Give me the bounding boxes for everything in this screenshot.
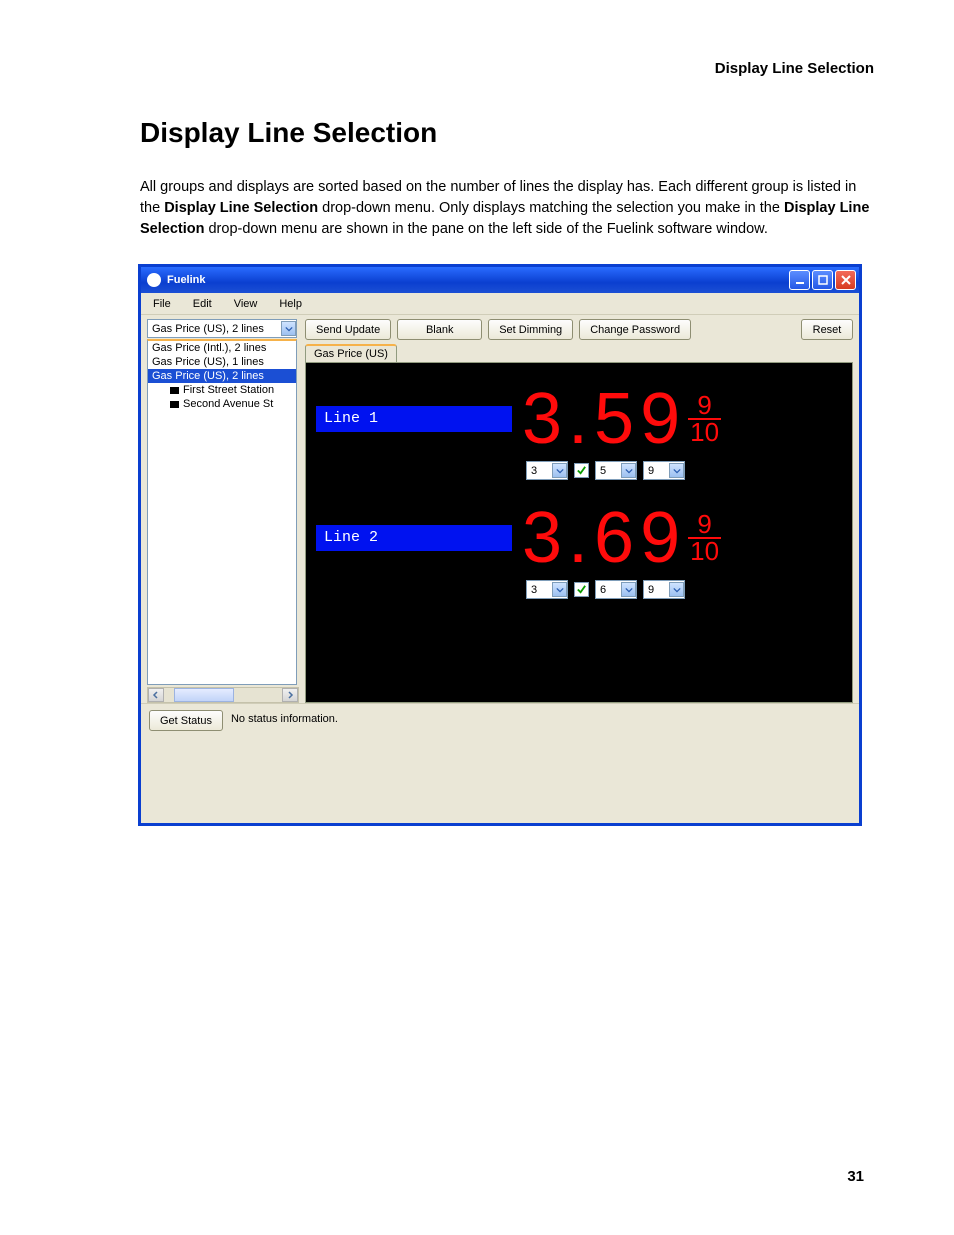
price-main: 3.59	[522, 383, 686, 455]
tree-child-item[interactable]: Second Avenue St	[148, 397, 296, 411]
fraction-denominator: 10	[688, 539, 721, 564]
select-value: 3	[531, 584, 537, 596]
tree-child-label: First Street Station	[183, 384, 274, 396]
left-pane: Gas Price (US), 2 lines Gas Price (Intl.…	[141, 315, 301, 703]
line-1-label[interactable]: Line 1	[316, 406, 512, 432]
price-fraction: 9 10	[688, 512, 721, 563]
running-header: Display Line Selection	[80, 60, 874, 77]
chevron-down-icon[interactable]	[669, 463, 684, 478]
titlebar[interactable]: Fuelink	[141, 267, 859, 293]
select-value: 5	[600, 465, 606, 477]
digit-1-select[interactable]: 3	[526, 461, 568, 480]
chevron-down-icon[interactable]	[281, 321, 296, 336]
select-value: 3	[531, 465, 537, 477]
chevron-down-icon[interactable]	[669, 582, 684, 597]
display-icon	[170, 387, 179, 394]
select-value: 9	[648, 584, 654, 596]
menu-file[interactable]: File	[153, 298, 171, 310]
blank-button[interactable]: Blank	[397, 319, 482, 340]
menubar: File Edit View Help	[141, 293, 859, 315]
chevron-down-icon[interactable]	[621, 582, 636, 597]
maximize-button[interactable]	[812, 270, 833, 290]
display-line-selection-dropdown[interactable]: Gas Price (US), 2 lines	[147, 319, 297, 338]
chevron-down-icon[interactable]	[621, 463, 636, 478]
price-line-2: Line 2 3.69 9 10 3	[316, 502, 842, 599]
para-text: drop-down menu are shown in the pane on …	[204, 221, 767, 237]
page-number: 31	[847, 1168, 864, 1185]
tree-item[interactable]: Gas Price (US), 1 lines	[148, 355, 296, 369]
select-value: 9	[648, 465, 654, 477]
price-line-1: Line 1 3.59 9 10 3	[316, 383, 842, 480]
menu-edit[interactable]: Edit	[193, 298, 212, 310]
minimize-button[interactable]	[789, 270, 810, 290]
digit-3-select[interactable]: 9	[643, 461, 685, 480]
para-text: drop-down menu. Only displays matching t…	[318, 200, 784, 216]
status-message: No status information.	[231, 710, 338, 817]
line-2-label[interactable]: Line 2	[316, 525, 512, 551]
scroll-right-button[interactable]	[282, 688, 298, 702]
chevron-down-icon[interactable]	[552, 582, 567, 597]
tree-item-selected[interactable]: Gas Price (US), 2 lines	[148, 369, 296, 383]
digit-1-select[interactable]: 3	[526, 580, 568, 599]
digit-2-select[interactable]: 5	[595, 461, 637, 480]
scroll-thumb[interactable]	[174, 688, 234, 702]
tree-child-label: Second Avenue St	[183, 398, 273, 410]
app-icon	[147, 273, 161, 287]
window-title: Fuelink	[167, 274, 206, 286]
fuelink-window: Fuelink File Edit View Help Gas Price (U…	[138, 264, 862, 826]
line-2-controls: 3 6 9	[526, 580, 842, 599]
reset-button[interactable]: Reset	[801, 319, 853, 340]
fraction-numerator: 9	[688, 393, 721, 420]
body-paragraph: All groups and displays are sorted based…	[140, 177, 874, 240]
bold-term-1: Display Line Selection	[164, 200, 318, 216]
digit-3-select[interactable]: 9	[643, 580, 685, 599]
fraction-numerator: 9	[688, 512, 721, 539]
close-button[interactable]	[835, 270, 856, 290]
line-1-price: 3.59 9 10	[522, 383, 721, 455]
menu-view[interactable]: View	[234, 298, 258, 310]
display-area: Line 1 3.59 9 10 3	[305, 362, 853, 703]
dropdown-value: Gas Price (US), 2 lines	[152, 323, 264, 335]
set-dimming-button[interactable]: Set Dimming	[488, 319, 573, 340]
horizontal-scrollbar[interactable]	[147, 687, 299, 703]
page-title: Display Line Selection	[140, 117, 874, 149]
right-pane: Send Update Blank Set Dimming Change Pas…	[301, 315, 859, 703]
chevron-down-icon[interactable]	[552, 463, 567, 478]
price-main: 3.69	[522, 502, 686, 574]
display-icon	[170, 401, 179, 408]
line-2-price: 3.69 9 10	[522, 502, 721, 574]
change-password-button[interactable]: Change Password	[579, 319, 691, 340]
status-area: Get Status No status information.	[141, 703, 859, 823]
decimal-checkbox[interactable]	[574, 463, 589, 478]
display-tree[interactable]: Gas Price (Intl.), 2 lines Gas Price (US…	[147, 339, 297, 685]
select-value: 6	[600, 584, 606, 596]
get-status-button[interactable]: Get Status	[149, 710, 223, 731]
fraction-denominator: 10	[688, 420, 721, 445]
tab-gas-price-us[interactable]: Gas Price (US)	[305, 344, 397, 362]
line-1-controls: 3 5 9	[526, 461, 842, 480]
digit-2-select[interactable]: 6	[595, 580, 637, 599]
scroll-left-button[interactable]	[148, 688, 164, 702]
menu-help[interactable]: Help	[279, 298, 302, 310]
tree-child-item[interactable]: First Street Station	[148, 383, 296, 397]
scroll-track[interactable]	[164, 688, 282, 702]
price-fraction: 9 10	[688, 393, 721, 444]
toolbar: Send Update Blank Set Dimming Change Pas…	[305, 319, 853, 340]
tree-item[interactable]: Gas Price (Intl.), 2 lines	[148, 341, 296, 355]
decimal-checkbox[interactable]	[574, 582, 589, 597]
send-update-button[interactable]: Send Update	[305, 319, 391, 340]
